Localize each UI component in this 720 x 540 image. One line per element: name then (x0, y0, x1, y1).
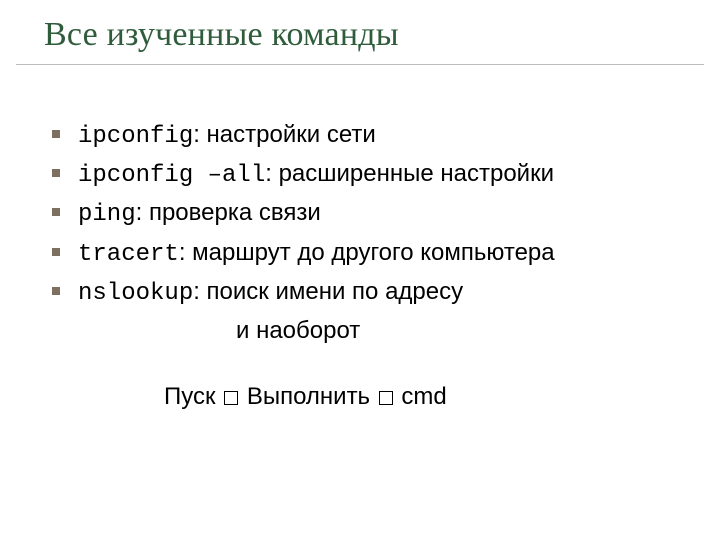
command-name: tracert (78, 241, 179, 268)
command-desc: : проверка связи (136, 199, 321, 226)
command-name: ipconfig –all (78, 162, 265, 189)
launch-part: Выполнить (240, 383, 377, 410)
list-item: ping: проверка связи (48, 194, 682, 233)
list-item: ipconfig –all: расширенные настройки (48, 155, 682, 194)
slide: Все изученные команды ipconfig: настройк… (0, 0, 720, 540)
continuation-line: и наоборот (44, 312, 682, 349)
command-name: ipconfig (78, 123, 193, 150)
command-name: ping (78, 201, 136, 228)
command-list: ipconfig: настройки сети ipconfig –all: … (44, 116, 682, 312)
command-desc: : настройки сети (193, 121, 376, 148)
command-name: nslookup (78, 280, 193, 307)
arrow-icon (224, 391, 238, 405)
list-item: nslookup: поиск имени по адресу (48, 273, 682, 312)
launch-part: Пуск (164, 383, 222, 410)
command-desc: : маршрут до другого компьютера (179, 239, 555, 266)
launch-path: Пуск Выполнить cmd (44, 383, 682, 411)
command-desc: : расширенные настройки (265, 160, 554, 187)
content: ipconfig: настройки сети ipconfig –all: … (44, 116, 682, 411)
command-desc: : поиск имени по адресу (193, 278, 463, 305)
launch-part: cmd (395, 383, 447, 410)
list-item: tracert: маршрут до другого компьютера (48, 234, 682, 273)
arrow-icon (379, 391, 393, 405)
title-divider (16, 64, 704, 65)
list-item: ipconfig: настройки сети (48, 116, 682, 155)
page-title: Все изученные команды (44, 16, 682, 54)
